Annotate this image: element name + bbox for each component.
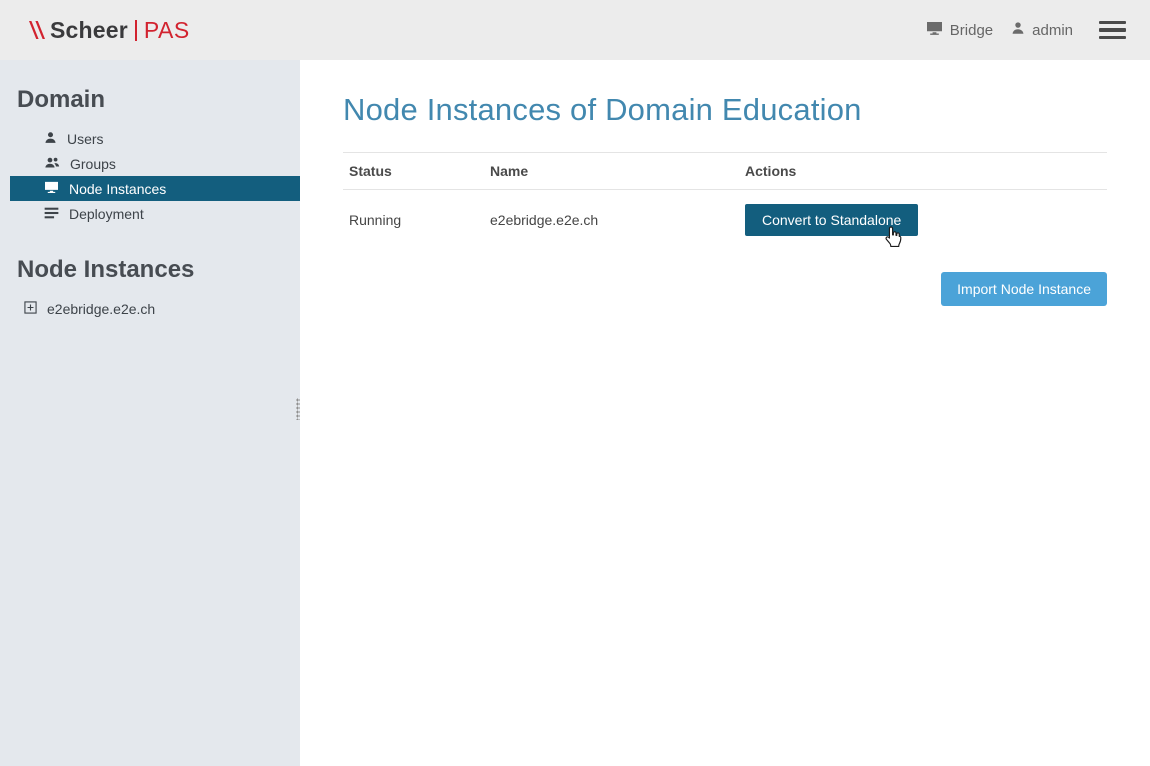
- column-header-status: Status: [343, 153, 484, 190]
- table-row: Running e2ebridge.e2e.ch Convert to Stan…: [343, 190, 1107, 251]
- node-instances-table: Status Name Actions Running e2ebridge.e2…: [343, 152, 1107, 250]
- scheer-logo-mark-icon: [28, 18, 45, 42]
- logo-divider: [135, 20, 137, 41]
- bridge-label: Bridge: [950, 22, 993, 39]
- scheer-pas-logo[interactable]: Scheer PAS: [28, 17, 190, 44]
- column-header-name: Name: [484, 153, 739, 190]
- brand-text: Scheer: [50, 17, 128, 44]
- tree-item-label: e2ebridge.e2e.ch: [47, 301, 155, 317]
- users-icon: [44, 156, 60, 172]
- bridge-link[interactable]: Bridge: [926, 21, 993, 40]
- convert-to-standalone-button[interactable]: Convert to Standalone: [745, 204, 918, 236]
- sidebar-item-groups[interactable]: Groups: [0, 151, 300, 176]
- sidebar-item-label: Users: [67, 131, 104, 147]
- name-cell: e2ebridge.e2e.ch: [484, 190, 739, 251]
- sidebar-item-label: Groups: [70, 156, 116, 172]
- sidebar-item-users[interactable]: Users: [0, 126, 300, 151]
- status-cell: Running: [343, 190, 484, 251]
- column-header-actions: Actions: [739, 153, 1107, 190]
- username-label: admin: [1032, 22, 1073, 39]
- sidebar-item-label: Deployment: [69, 206, 144, 222]
- user-icon: [1011, 21, 1025, 39]
- sidebar-section-domain-title: Domain: [0, 86, 300, 114]
- sidebar: Domain Users: [0, 60, 300, 766]
- domain-menu: Users Groups: [0, 126, 300, 226]
- import-node-instance-button[interactable]: Import Node Instance: [941, 272, 1107, 306]
- expand-square-icon[interactable]: [24, 301, 37, 317]
- node-instances-tree: e2ebridge.e2e.ch: [0, 296, 300, 321]
- sidebar-item-deployment[interactable]: Deployment: [0, 201, 300, 226]
- main-content: Node Instances of Domain Education Statu…: [300, 60, 1150, 766]
- sidebar-item-node-instances[interactable]: Node Instances: [10, 176, 300, 201]
- page-title: Node Instances of Domain Education: [343, 92, 1107, 128]
- list-icon: [44, 206, 59, 222]
- hamburger-menu-icon[interactable]: [1099, 17, 1126, 44]
- monitor-icon: [926, 21, 943, 40]
- user-icon: [44, 131, 57, 147]
- header: Scheer PAS Bridge admin: [0, 0, 1150, 60]
- product-text: PAS: [144, 17, 190, 44]
- user-menu[interactable]: admin: [1011, 21, 1073, 39]
- sidebar-section-node-instances-title: Node Instances: [0, 256, 300, 284]
- tree-item-e2ebridge[interactable]: e2ebridge.e2e.ch: [0, 296, 300, 321]
- actions-cell: Convert to Standalone: [739, 190, 1107, 251]
- monitor-icon: [44, 181, 59, 197]
- sidebar-item-label: Node Instances: [69, 181, 166, 197]
- table-header-row: Status Name Actions: [343, 153, 1107, 190]
